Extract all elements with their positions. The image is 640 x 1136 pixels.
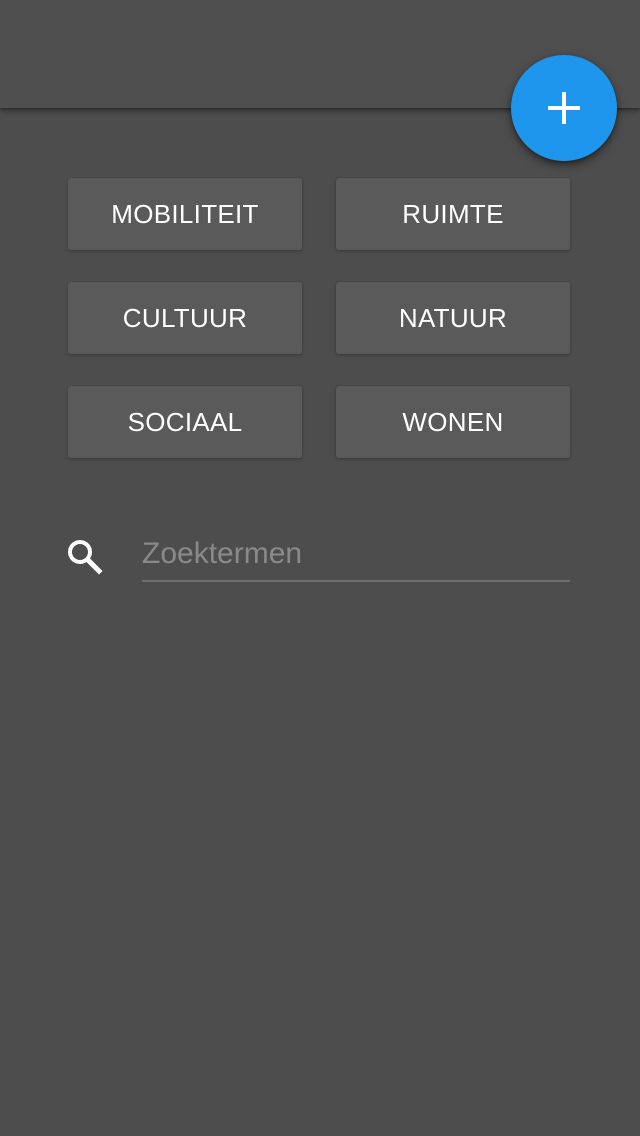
search-input[interactable] — [142, 530, 570, 578]
search-field — [142, 530, 570, 582]
category-button-sociaal[interactable]: SOCIAAL — [68, 386, 302, 458]
category-button-mobiliteit[interactable]: MOBILITEIT — [68, 178, 302, 250]
category-button-cultuur[interactable]: CULTUUR — [68, 282, 302, 354]
add-button[interactable] — [511, 55, 617, 161]
category-button-wonen[interactable]: WONEN — [336, 386, 570, 458]
category-button-natuur[interactable]: NATUUR — [336, 282, 570, 354]
category-button-ruimte[interactable]: RUIMTE — [336, 178, 570, 250]
plus-icon — [548, 92, 580, 124]
search-icon — [64, 536, 104, 576]
